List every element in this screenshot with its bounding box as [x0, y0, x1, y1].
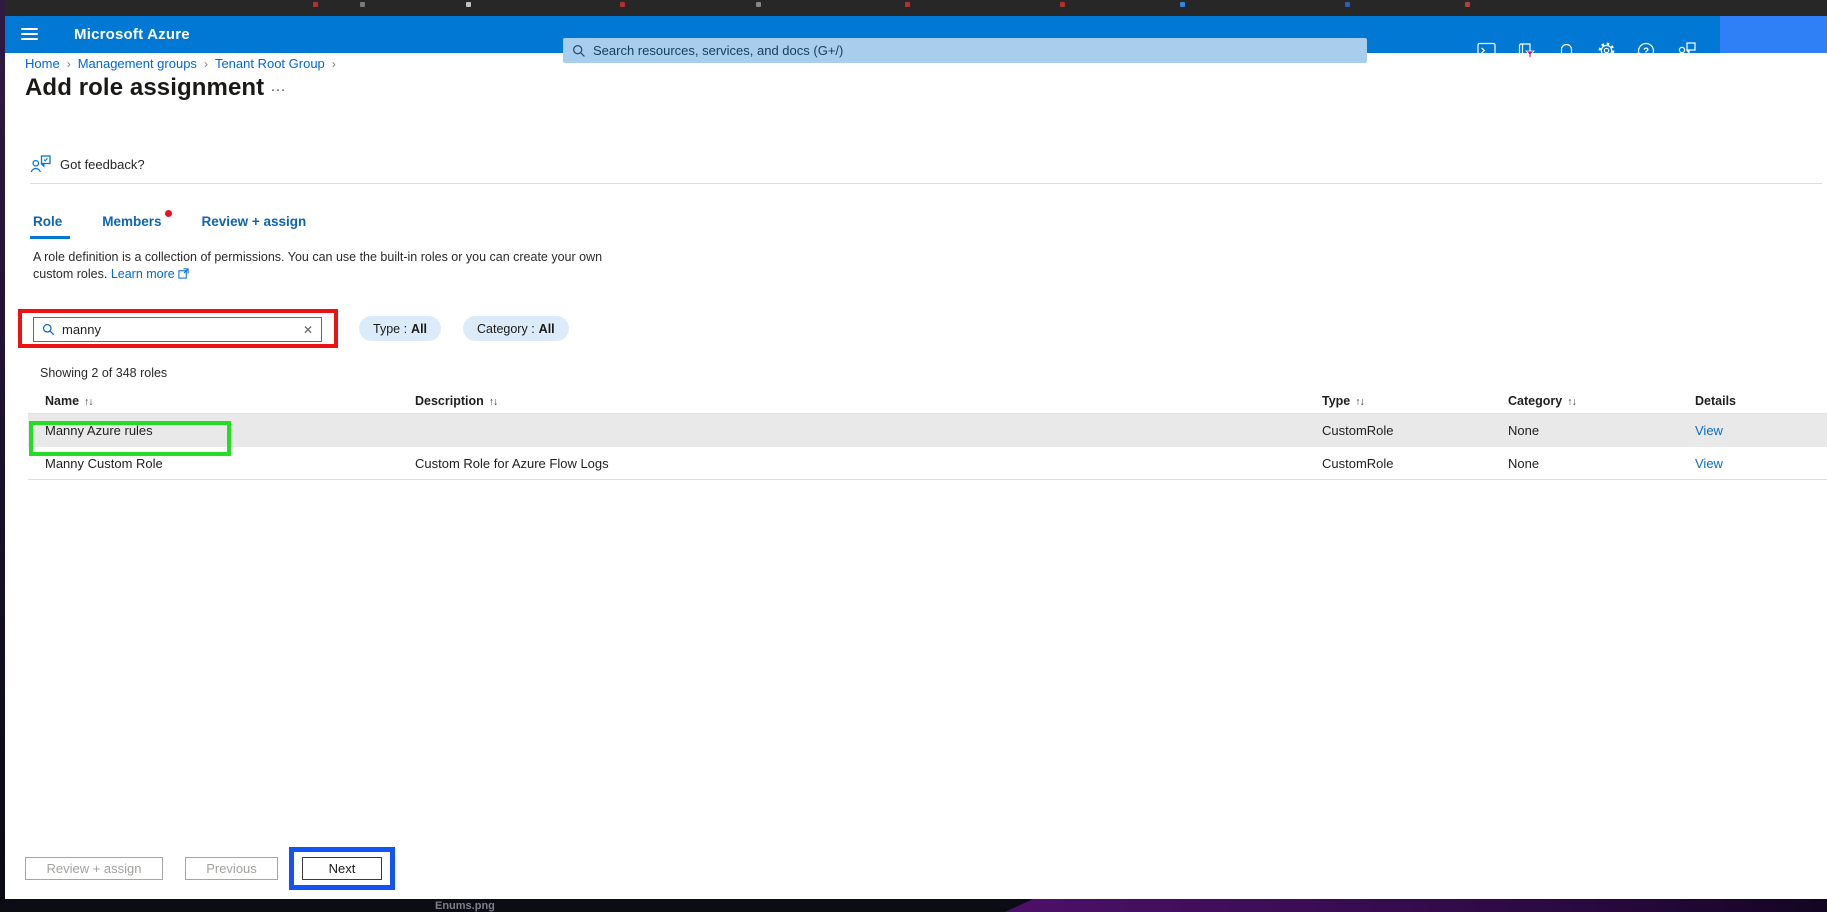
background-window-edge	[0, 0, 5, 899]
tab-review-assign[interactable]: Review + assign	[202, 214, 307, 229]
account-area[interactable]	[1720, 16, 1827, 53]
tab-favicon	[1465, 2, 1470, 7]
breadcrumb-separator: ›	[332, 57, 336, 71]
table-header-row: Name↑↓ Description↑↓ Type↑↓ Category↑↓ D…	[28, 391, 1827, 414]
breadcrumb-tenant-root-group[interactable]: Tenant Root Group	[215, 56, 325, 71]
role-description: A role definition is a collection of per…	[33, 249, 602, 283]
taskbar-filename: Enums.png	[435, 900, 495, 912]
tab-favicon	[1345, 2, 1350, 7]
breadcrumb: Home › Management groups › Tenant Root Group…	[25, 56, 343, 71]
header-icon-group: ?	[1466, 32, 1706, 69]
feedback-icon[interactable]	[1666, 32, 1706, 69]
tab-role[interactable]: Role	[33, 214, 62, 229]
role-type: CustomRole	[1322, 456, 1394, 471]
tab-favicon	[466, 2, 471, 7]
results-summary: Showing 2 of 348 roles	[40, 366, 167, 380]
external-link-icon	[178, 268, 189, 279]
taskbar-gradient	[1005, 899, 1827, 912]
got-feedback-label: Got feedback?	[60, 157, 145, 172]
tab-favicon	[620, 2, 625, 7]
tab-favicon	[360, 2, 365, 7]
cloud-shell-icon[interactable]	[1466, 32, 1506, 69]
global-search-input[interactable]	[593, 43, 1293, 58]
annotation-red-box	[18, 309, 338, 348]
bottom-taskbar: Enums.png	[0, 899, 1827, 912]
filter-pill-type[interactable]: Type :All	[359, 316, 441, 341]
breadcrumb-management-groups[interactable]: Management groups	[78, 56, 197, 71]
tab-favicon	[1060, 2, 1065, 7]
breadcrumb-home[interactable]: Home	[25, 56, 60, 71]
role-category: None	[1508, 456, 1539, 471]
previous-button[interactable]: Previous	[185, 857, 278, 880]
azure-portal-window: Microsoft Azure	[0, 0, 1827, 912]
azure-top-bar: Microsoft Azure	[0, 16, 1827, 53]
table-row-manny-custom-role[interactable]: Manny Custom Role Custom Role for Azure …	[28, 447, 1827, 480]
help-icon[interactable]: ?	[1626, 32, 1666, 69]
column-header-category[interactable]: Category↑↓	[1508, 394, 1576, 408]
brand-title: Microsoft Azure	[74, 26, 190, 43]
column-header-type[interactable]: Type↑↓	[1322, 394, 1364, 408]
sort-icon: ↑↓	[1355, 396, 1364, 408]
sort-icon: ↑↓	[84, 396, 93, 408]
tab-favicon	[313, 2, 318, 7]
sort-icon: ↑↓	[1567, 396, 1576, 408]
view-details-link[interactable]: View	[1695, 423, 1723, 438]
global-search-box[interactable]	[563, 38, 1367, 63]
roles-table: Name↑↓ Description↑↓ Type↑↓ Category↑↓ D…	[28, 391, 1827, 480]
tab-favicon	[905, 2, 910, 7]
tab-favicon	[1180, 2, 1185, 7]
browser-tab-strip	[0, 0, 1827, 16]
filter-pill-category[interactable]: Category :All	[463, 316, 569, 341]
annotation-blue-box	[289, 847, 395, 890]
role-name[interactable]: Manny Custom Role	[45, 456, 163, 471]
column-header-details: Details	[1695, 394, 1736, 408]
view-details-link[interactable]: View	[1695, 456, 1723, 471]
role-description-cell: Custom Role for Azure Flow Logs	[415, 456, 609, 471]
active-tab-underline	[30, 236, 70, 239]
breadcrumb-separator: ›	[204, 57, 208, 71]
annotation-green-box	[29, 421, 231, 456]
directory-filter-icon[interactable]	[1506, 32, 1546, 69]
learn-more-link[interactable]: Learn more	[111, 267, 175, 281]
page-title: Add role assignment	[25, 74, 264, 102]
got-feedback-button[interactable]: Got feedback?	[30, 155, 145, 174]
tab-members[interactable]: Members	[102, 214, 161, 229]
role-type: CustomRole	[1322, 423, 1394, 438]
sort-icon: ↑↓	[489, 396, 498, 408]
tab-bar: Role Members Review + assign	[33, 214, 346, 229]
table-row-manny-azure-rules[interactable]: Manny Azure rules CustomRole None View	[28, 414, 1827, 447]
column-header-description[interactable]: Description↑↓	[415, 394, 497, 408]
column-header-name[interactable]: Name↑↓	[45, 394, 93, 408]
svg-text:?: ?	[1643, 46, 1649, 57]
tab-favicon	[756, 2, 761, 7]
members-alert-dot	[165, 210, 172, 217]
feedback-icon	[30, 155, 51, 174]
review-assign-button[interactable]: Review + assign	[25, 857, 163, 880]
settings-icon[interactable]	[1586, 32, 1626, 69]
title-more-icon[interactable]: …	[270, 78, 287, 96]
divider	[30, 183, 1822, 184]
role-category: None	[1508, 423, 1539, 438]
breadcrumb-separator: ›	[67, 57, 71, 71]
notifications-icon[interactable]	[1546, 32, 1586, 69]
search-icon	[572, 44, 586, 58]
portal-menu-icon[interactable]	[21, 28, 38, 41]
